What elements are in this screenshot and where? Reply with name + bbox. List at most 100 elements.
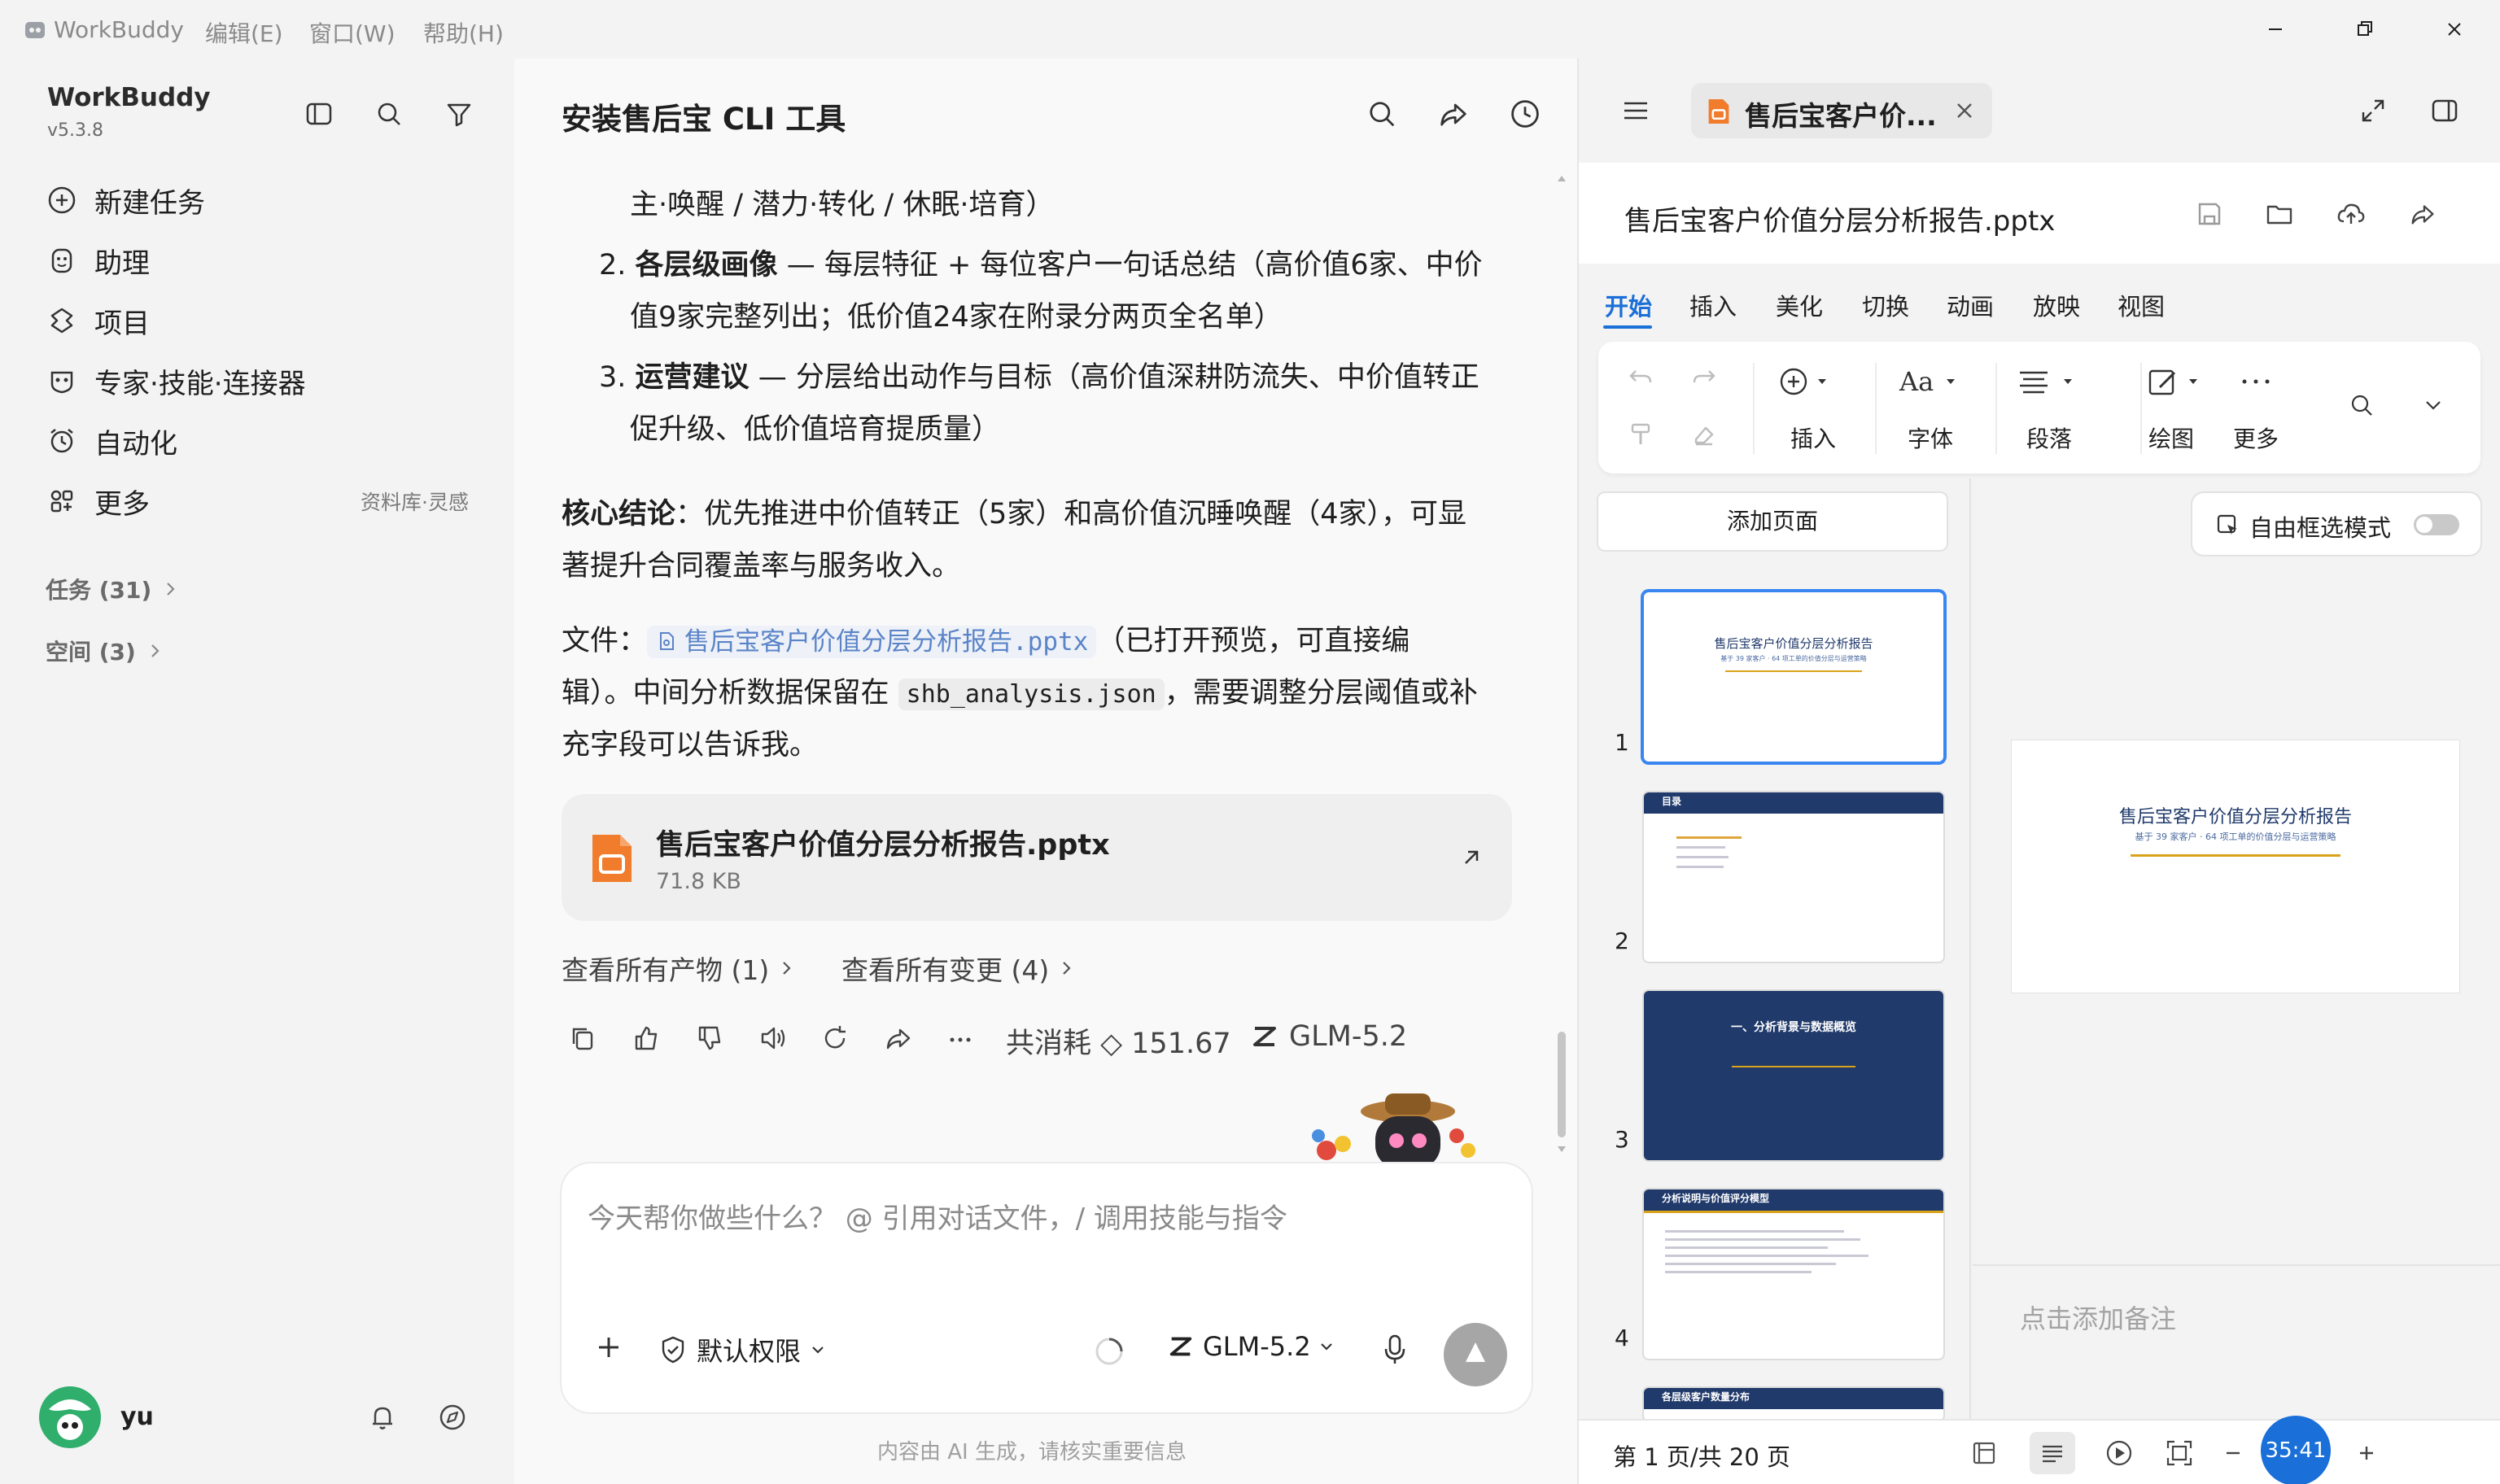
sidebar-item-assistant[interactable]: 助理 <box>46 238 150 283</box>
sidebar-item-new-task[interactable]: 新建任务 <box>46 177 205 223</box>
close-button[interactable] <box>2438 13 2471 46</box>
ribbon-tab-beautify[interactable]: 美化 <box>1776 288 1823 322</box>
slide-thumbnail-4[interactable]: 分析说明与价值评分模型 <box>1644 1189 1943 1359</box>
view-outputs-link[interactable]: 查看所有产物 (1) <box>562 949 798 988</box>
close-tab-icon[interactable] <box>1951 98 1978 124</box>
tasks-section-toggle[interactable]: 任务 (31) <box>46 573 182 605</box>
filter-button[interactable] <box>443 98 475 130</box>
file-link[interactable]: 售后宝客户价值分层分析报告.pptx <box>647 626 1097 658</box>
notes-view-button[interactable] <box>2030 1432 2075 1474</box>
draw-tool[interactable] <box>2147 364 2212 399</box>
ribbon-tab-slideshow[interactable]: 放映 <box>2033 288 2080 322</box>
speaker-icon <box>761 1027 785 1050</box>
dislike-button[interactable] <box>693 1022 726 1054</box>
file-line: 文件： 售后宝客户价值分层分析报告.pptx （已打开预览，可直接编 <box>562 615 1410 668</box>
play-icon[interactable] <box>2103 1437 2135 1469</box>
ribbon-tab-transition[interactable]: 切换 <box>1862 288 1909 322</box>
scroll-down-arrow[interactable] <box>1556 1144 1567 1155</box>
model-select[interactable]: GLM-5.2 <box>1167 1331 1337 1362</box>
format-painter-icon[interactable] <box>1626 420 1655 449</box>
sidebar-item-automation[interactable]: 自动化 <box>46 418 177 464</box>
open-external-icon[interactable] <box>1457 843 1486 872</box>
chat-scrollbar-thumb[interactable] <box>1558 1032 1566 1137</box>
minimize-button[interactable] <box>2259 13 2292 46</box>
chat-share-button[interactable] <box>1436 96 1471 132</box>
toggle-sidebar-button[interactable] <box>303 98 335 130</box>
redo-icon[interactable] <box>1689 363 1719 392</box>
more-actions-button[interactable] <box>944 1022 977 1054</box>
scroll-up-arrow[interactable] <box>1556 172 1566 184</box>
slide-accent-line <box>1725 670 1862 672</box>
notes-area[interactable]: 点击添加备注 <box>1973 1264 2500 1419</box>
save-button[interactable] <box>2194 199 2225 229</box>
sidebar-item-more[interactable]: 更多 资料库·灵感 <box>46 478 469 524</box>
paragraph-tool[interactable] <box>2017 364 2087 399</box>
share-message-button[interactable] <box>882 1022 915 1054</box>
triangle-down-icon <box>1558 1146 1566 1152</box>
more-tools-button[interactable] <box>2233 364 2282 399</box>
slide-thumbnail-1[interactable]: 售后宝客户价值分层分析报告 基于 39 家客户 · 64 项工单的价值分层与运营… <box>1644 592 1943 762</box>
layout-icon[interactable] <box>1968 1437 2000 1469</box>
avatar[interactable] <box>37 1385 103 1450</box>
draw-icon <box>2148 369 2197 395</box>
open-folder-button[interactable] <box>2264 199 2295 229</box>
spaces-section-toggle[interactable]: 空间 (3) <box>46 635 167 667</box>
sidebar-item-project[interactable]: 项目 <box>46 298 150 343</box>
slide-thumbnail-2[interactable]: 目录 <box>1644 792 1943 962</box>
current-slide[interactable]: 售后宝客户价值分层分析报告 基于 39 家客户 · 64 项工单的价值分层与运营… <box>2012 740 2459 993</box>
sidebar-item-experts[interactable]: 专家·技能·连接器 <box>46 358 306 404</box>
file-card[interactable]: 售后宝客户价值分层分析报告.pptx 71.8 KB <box>562 794 1512 921</box>
view-outputs-label: 查看所有产物 (1) <box>562 954 770 986</box>
menu-edit[interactable]: 编辑(E) <box>205 16 283 49</box>
permission-select[interactable]: 默认权限 <box>658 1331 828 1368</box>
chevron-down-icon[interactable] <box>2419 391 2448 420</box>
undo-icon[interactable] <box>1626 363 1655 392</box>
slide-thumbnail-3[interactable]: 一、分析背景与数据概览 <box>1644 991 1943 1160</box>
copy-button[interactable] <box>566 1022 599 1054</box>
like-button[interactable] <box>630 1022 662 1054</box>
settings-button[interactable] <box>436 1401 469 1434</box>
notifications-button[interactable] <box>366 1401 399 1434</box>
view-changes-link[interactable]: 查看所有变更 (4) <box>841 949 1078 988</box>
expand-button[interactable] <box>2357 94 2389 127</box>
share-document-button[interactable] <box>2407 199 2438 229</box>
menu-help[interactable]: 帮助(H) <box>423 16 504 49</box>
menu-window[interactable]: 窗口(W) <box>309 16 396 49</box>
add-page-button[interactable]: 添加页面 <box>1598 493 1947 550</box>
ribbon-tab-view[interactable]: 视图 <box>2118 288 2165 322</box>
insert-tool[interactable] <box>1777 364 1842 399</box>
zoom-in-icon[interactable] <box>2350 1437 2383 1469</box>
panel-menu-button[interactable] <box>1619 94 1652 127</box>
tab-document[interactable]: 售后宝客户价... <box>1691 83 1992 138</box>
ribbon-tab-home[interactable]: 开始 <box>1605 288 1652 322</box>
attach-button[interactable] <box>591 1329 627 1365</box>
chat-history-button[interactable] <box>1507 96 1543 132</box>
chat-input-box[interactable]: 今天帮你做些什么？ @ 引用对话文件，/ 调用技能与指令 默认权限 GLM-5.… <box>562 1163 1532 1412</box>
slide-canvas[interactable]: 售后宝客户价值分层分析报告 基于 39 家客户 · 64 项工单的价值分层与运营… <box>1973 570 2500 1261</box>
font-tool[interactable]: Aa <box>1898 364 1968 399</box>
slide-accent-line <box>1644 1211 1943 1213</box>
restore-button[interactable] <box>2349 13 2381 46</box>
file-line-2: 辑）。中间分析数据保留在 shb_analysis.json ，需要调整分层阈值或… <box>562 667 1478 721</box>
search-icon[interactable] <box>2347 391 2376 420</box>
fit-screen-icon[interactable] <box>2163 1437 2196 1469</box>
send-button[interactable] <box>1444 1323 1507 1386</box>
chat-search-button[interactable] <box>1364 96 1400 132</box>
sidebar-search-button[interactable] <box>373 98 405 130</box>
ribbon-tab-insert[interactable]: 插入 <box>1689 288 1737 322</box>
zoom-out-icon[interactable] <box>2217 1437 2249 1469</box>
eraser-icon[interactable] <box>1689 420 1719 449</box>
upload-button[interactable] <box>2336 199 2367 229</box>
ribbon-tab-animation[interactable]: 动画 <box>1947 288 1994 322</box>
toolbar-divider <box>1753 363 1755 454</box>
voice-input-button[interactable] <box>1379 1331 1411 1367</box>
regenerate-button[interactable] <box>819 1022 851 1054</box>
slide-thumbnail-5[interactable]: 各层级客户数量分布 <box>1644 1388 1943 1421</box>
read-aloud-button[interactable] <box>757 1022 789 1054</box>
file-card-size: 71.8 KB <box>656 869 741 894</box>
chat-input-placeholder[interactable]: 今天帮你做些什么？ @ 引用对话文件，/ 调用技能与指令 <box>588 1196 1287 1236</box>
toggle-panel-button[interactable] <box>2428 94 2461 127</box>
free-select-toggle[interactable]: 自由框选模式 <box>2192 493 2480 555</box>
toggle-switch[interactable] <box>2414 514 2459 535</box>
tasks-section-label: 任务 (31) <box>46 577 152 604</box>
